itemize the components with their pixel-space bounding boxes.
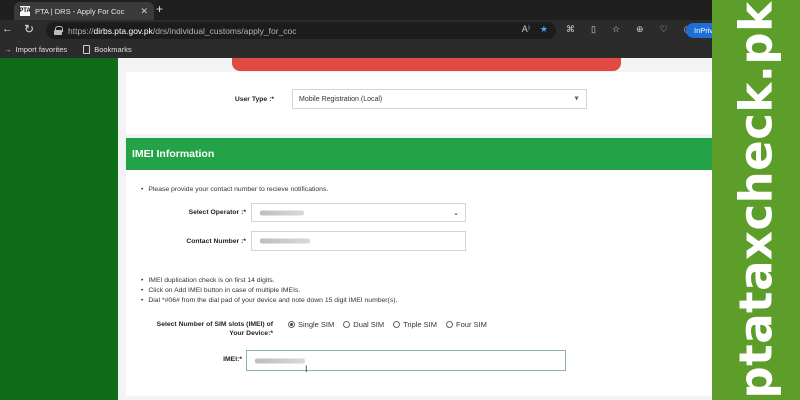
health-icon[interactable]: ♡ [660, 24, 668, 35]
imei-input[interactable] [246, 350, 566, 371]
redacted-value [260, 238, 310, 244]
sim-slots-radio-group: Single SIM Dual SIM Triple SIM Four SIM [288, 320, 487, 329]
imei-note: IMEI duplication check is on first 14 di… [141, 277, 274, 284]
watermark-text: ptataxcheck.pk [729, 1, 783, 399]
address-bar: ← ↻ https://dirbs.pta.gov.pk/drs/individ… [0, 20, 800, 41]
bookmark-icon [83, 45, 91, 54]
favorites-bar: → Import favorites Bookmarks [0, 41, 800, 58]
radio-dual-sim[interactable]: Dual SIM [343, 320, 384, 329]
url-input[interactable]: https://dirbs.pta.gov.pk/drs/individual_… [46, 22, 556, 39]
radio-single-sim[interactable]: Single SIM [288, 320, 334, 329]
favorite-star-icon[interactable]: ★ [540, 24, 548, 35]
radio-four-sim[interactable]: Four SIM [446, 320, 487, 329]
favorites-icon[interactable]: ☆ [612, 24, 620, 35]
pta-favicon-icon: PTA [19, 6, 31, 16]
import-arrow-icon: → [4, 45, 12, 54]
redacted-value [255, 358, 305, 363]
browser-tab-bar: PTA PTA | DRS - Apply For Coc ✕ + [0, 0, 800, 20]
extensions-icon[interactable]: ⌘ [566, 24, 575, 35]
chevron-down-icon: ⌄ [453, 209, 459, 217]
new-tab-icon[interactable]: + [156, 3, 163, 15]
import-favorites-link[interactable]: → Import favorites [4, 45, 67, 54]
radio-triple-sim[interactable]: Triple SIM [393, 320, 437, 329]
text-cursor-icon: I [305, 364, 308, 374]
imei-note: Click on Add IMEI button in case of mult… [141, 287, 300, 294]
submit-bar[interactable] [232, 58, 621, 71]
read-aloud-icon[interactable]: A⁾ [522, 24, 530, 35]
browser-tab[interactable]: PTA PTA | DRS - Apply For Coc ✕ [14, 2, 154, 20]
url-text: https://dirbs.pta.gov.pk/drs/individual_… [68, 25, 297, 36]
imei-note: Dial *#06# from the dial pad of your dev… [141, 297, 397, 304]
bookmarks-link[interactable]: Bookmarks [83, 45, 132, 54]
left-background [0, 58, 118, 400]
browser-toolbar: ⌘ ▯ ☆ ⊕ ♡ ◎ [566, 24, 692, 35]
contact-note: Please provide your contact number to re… [141, 186, 328, 193]
tab-title: PTA | DRS - Apply For Coc [35, 6, 125, 16]
caret-down-icon: ▼ [573, 95, 580, 103]
imei-section-header: IMEI Information [126, 138, 712, 170]
user-type-select[interactable]: Mobile Registration (Local) ▼ [292, 89, 587, 109]
imei-label: IMEI:* [223, 356, 242, 363]
section-title: IMEI Information [132, 148, 215, 160]
close-icon[interactable]: ✕ [140, 6, 148, 17]
split-screen-icon[interactable]: ▯ [591, 24, 596, 35]
user-type-label: User Type :* [234, 96, 274, 103]
operator-label: Select Operator :* [188, 209, 246, 216]
sim-slots-label: Select Number of SIM slots (IMEI) of You… [156, 321, 273, 337]
collections-icon[interactable]: ⊕ [636, 24, 644, 35]
refresh-icon[interactable]: ↻ [24, 22, 34, 36]
lock-icon [54, 26, 63, 35]
redacted-value [260, 210, 304, 215]
back-arrow-icon[interactable]: ← [2, 23, 13, 35]
contact-number-input[interactable] [251, 231, 466, 251]
operator-select[interactable]: ⌄ [251, 203, 466, 222]
contact-number-label: Contact Number :* [186, 238, 246, 245]
